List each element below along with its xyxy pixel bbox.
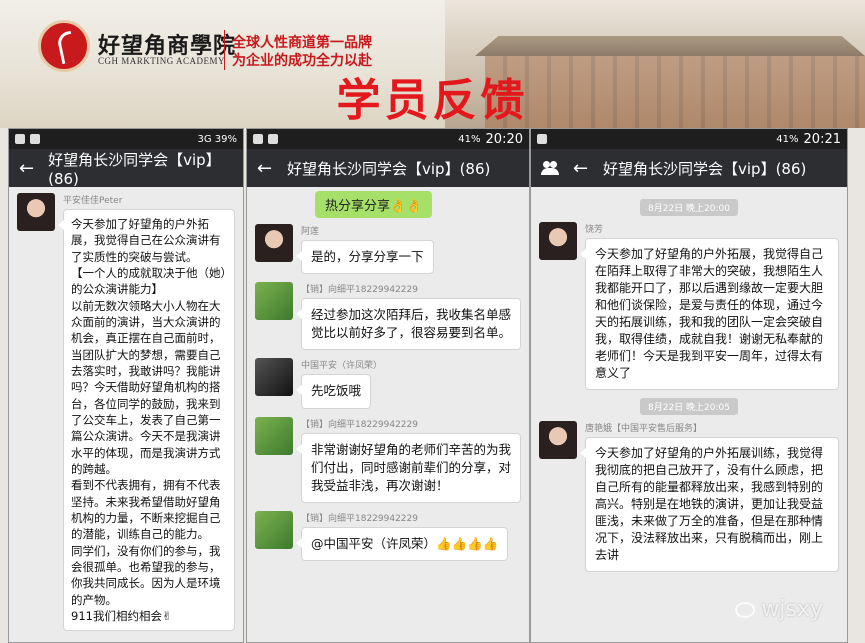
- wechat-icon: [735, 602, 756, 618]
- message-bubble[interactable]: 今天参加了好望角的户外拓展，我觉得自己在公众演讲有了实质性的突破与尝试。 【一个…: [58, 209, 235, 632]
- message-bubble[interactable]: 是的，分享分享一下: [296, 240, 434, 275]
- battery-text: 41%: [458, 133, 481, 145]
- message-timestamp: 8月22日 晚上20:00: [640, 199, 738, 216]
- notification-icon: [253, 134, 263, 144]
- chat-message: 【销】向细平18229942229 经过参加这次陌拜后，我收集名单感觉比以前好多…: [255, 282, 521, 351]
- avatar[interactable]: [255, 510, 293, 549]
- avatar[interactable]: [539, 421, 577, 460]
- clock: 20:21: [803, 131, 841, 147]
- chat-title: 好望角长沙同学会【vip】(86): [287, 159, 491, 178]
- sender-name: 中国平安（许凤荣）: [301, 361, 383, 372]
- watermark: wjsxy: [735, 597, 823, 622]
- status-bar: 41% 20:21: [531, 129, 847, 149]
- message-bubble[interactable]: 今天参加了好望角的户外拓展训练，我觉得我彻底的把自己放开了，没有什么顾虑，把自己…: [580, 437, 839, 573]
- notification-icon: [15, 134, 25, 144]
- chat-area[interactable]: 平安佳佳Peter 今天参加了好望角的户外拓展，我觉得自己在公众演讲有了实质性的…: [9, 187, 243, 642]
- avatar[interactable]: [255, 358, 293, 397]
- avatar[interactable]: [255, 282, 293, 321]
- chat-message: 饶芳 今天参加了好望角的户外拓展，我觉得自己在陌拜上取得了非常大的突破，我想陌生…: [539, 222, 839, 391]
- message-bubble[interactable]: 非常谢谢好望角的老师们辛苦的为我们付出，同时感谢前辈们的分享，对我受益非浅，再次…: [296, 432, 521, 503]
- chat-message: 【销】向细平18229942229 @中国平安（许凤荣）👍👍👍👍: [255, 510, 521, 561]
- sender-name: 【销】向细平18229942229: [301, 419, 418, 430]
- back-arrow-icon[interactable]: ←: [19, 158, 34, 179]
- chat-title: 好望角长沙同学会【vip】(86): [603, 159, 807, 178]
- outgoing-bubble[interactable]: 热分享分享👌👌: [315, 191, 433, 218]
- chat-area[interactable]: 8月22日 晚上20:00 饶芳 今天参加了好望角的户外拓展，我觉得自己在陌拜上…: [531, 187, 847, 586]
- palace-roof: [475, 36, 865, 56]
- chat-app-bar: ← 好望角长沙同学会【vip】(86): [531, 149, 847, 187]
- chat-title: 好望角长沙同学会【vip】(86): [48, 150, 221, 188]
- chat-message: 【销】向细平18229942229 非常谢谢好望角的老师们辛苦的为我们付出，同时…: [255, 416, 521, 503]
- status-bar: 41% 20:20: [247, 129, 529, 149]
- chat-app-bar: ← 好望角长沙同学会【vip】(86): [9, 149, 243, 188]
- avatar[interactable]: [17, 193, 55, 231]
- chat-message: 阿莲 是的，分享分享一下: [255, 224, 521, 275]
- header-banner: 好望角商學院 CGH MARKTING ACADEMY 全球人性商道第一品牌 为…: [0, 0, 865, 128]
- chat-message: 中国平安（许凤荣） 先吃饭哦: [255, 358, 521, 409]
- group-members-icon[interactable]: [541, 161, 559, 175]
- chat-area[interactable]: 热分享分享👌👌 阿莲 是的，分享分享一下 【销】向细平18229942229 经…: [247, 187, 529, 575]
- notification-icon: [30, 134, 40, 144]
- clock: 20:20: [485, 131, 523, 147]
- sender-name: 饶芳: [585, 225, 604, 235]
- avatar[interactable]: [539, 222, 577, 260]
- sender-name: 阿莲: [301, 227, 320, 237]
- page-title: 学员反馈: [336, 75, 529, 126]
- phone-screenshot-3: 41% 20:21 ← 好望角长沙同学会【vip】(86) 8月22日 晚上20…: [530, 128, 848, 643]
- status-right: 3G 39%: [197, 133, 237, 145]
- phone-screenshot-1: 3G 39% ← 好望角长沙同学会【vip】(86) 平安佳佳Peter 今天参…: [8, 128, 244, 643]
- status-bar: 3G 39%: [9, 129, 243, 149]
- notification-icon: [537, 134, 547, 144]
- notification-icon: [268, 134, 278, 144]
- chat-app-bar: ← 好望角长沙同学会【vip】(86): [247, 149, 529, 187]
- phone-screenshot-2: 41% 20:20 ← 好望角长沙同学会【vip】(86) 热分享分享👌👌 阿莲…: [246, 128, 530, 643]
- message-timestamp: 8月22日 晚上20:05: [640, 398, 738, 416]
- watermark-text: wjsxy: [761, 597, 823, 622]
- chat-message: 唐艳娥【中国平安售后服务】 今天参加了好望角的户外拓展训练，我觉得我彻底的把自己…: [539, 421, 839, 573]
- avatar[interactable]: [255, 224, 293, 262]
- back-arrow-icon[interactable]: ←: [573, 158, 589, 179]
- message-bubble[interactable]: 今天参加了好望角的户外拓展，我觉得自己在陌拜上取得了非常大的突破，我想陌生人我都…: [580, 238, 839, 391]
- sender-name: 【销】向细平18229942229: [301, 513, 418, 524]
- sender-name: 【销】向细平18229942229: [301, 285, 418, 296]
- battery-text: 41%: [776, 133, 799, 145]
- sender-name: 唐艳娥【中国平安售后服务】: [585, 424, 703, 435]
- slogan-line-1: 全球人性商道第一品牌: [232, 35, 372, 51]
- message-bubble[interactable]: @中国平安（许凤荣）👍👍👍👍: [295, 526, 509, 561]
- message-bubble[interactable]: 经过参加这次陌拜后，我收集名单感觉比以前好多了，很容易要到名单。: [296, 298, 521, 351]
- message-bubble[interactable]: 先吃饭哦: [295, 374, 372, 409]
- sender-name: 平安佳佳Peter: [63, 196, 123, 206]
- avatar[interactable]: [255, 416, 293, 455]
- back-arrow-icon[interactable]: ←: [257, 158, 273, 179]
- chat-message: 平安佳佳Peter 今天参加了好望角的户外拓展，我觉得自己在公众演讲有了实质性的…: [17, 193, 235, 632]
